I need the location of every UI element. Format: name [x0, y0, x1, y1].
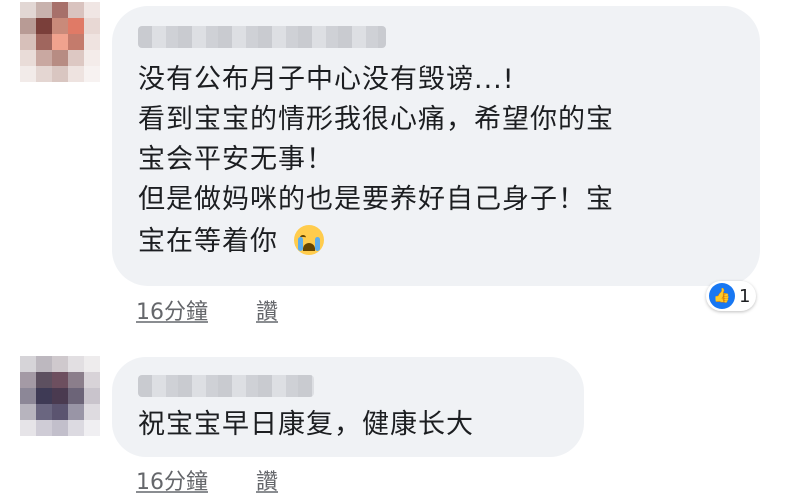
- like-action: 讚: [256, 464, 278, 496]
- commenter-name[interactable]: [138, 375, 314, 397]
- comment-meta: 16分鐘: [136, 464, 208, 496]
- avatar[interactable]: [20, 356, 100, 436]
- timestamp-link[interactable]: 16分鐘: [136, 470, 208, 495]
- comment-bubble: 没有公布月子中心没有毁谤...! 看到宝宝的情形我很心痛，希望你的宝 宝会平安无…: [112, 6, 760, 286]
- comment-line: 没有公布月子中心没有毁谤...!: [138, 64, 515, 95]
- commenter-name[interactable]: [138, 26, 386, 48]
- comment-bubble: 祝宝宝早日康复，健康长大: [112, 357, 584, 457]
- like-action: 讚: [256, 294, 278, 326]
- thumbs-up-icon: 👍: [709, 283, 735, 309]
- comment-line: 祝宝宝早日康复，健康长大: [138, 409, 474, 440]
- reaction-summary[interactable]: 👍 1: [706, 281, 757, 311]
- comment-line: 宝会平安无事！: [138, 144, 334, 175]
- comment-line: 但是做妈咪的也是要养好自己身子！宝: [138, 184, 614, 215]
- like-button[interactable]: 讚: [256, 300, 278, 325]
- like-button[interactable]: 讚: [256, 470, 278, 495]
- crying-face-icon: [293, 225, 324, 255]
- comment-line: 看到宝宝的情形我很心痛，希望你的宝: [138, 104, 614, 135]
- comment-line-last: 宝在等着你: [138, 222, 324, 262]
- timestamp-link[interactable]: 16分鐘: [136, 300, 208, 325]
- reaction-count: 1: [739, 285, 751, 307]
- avatar[interactable]: [20, 2, 100, 82]
- comment-meta: 16分鐘: [136, 294, 208, 326]
- comment-line: 宝在等着你: [138, 226, 278, 257]
